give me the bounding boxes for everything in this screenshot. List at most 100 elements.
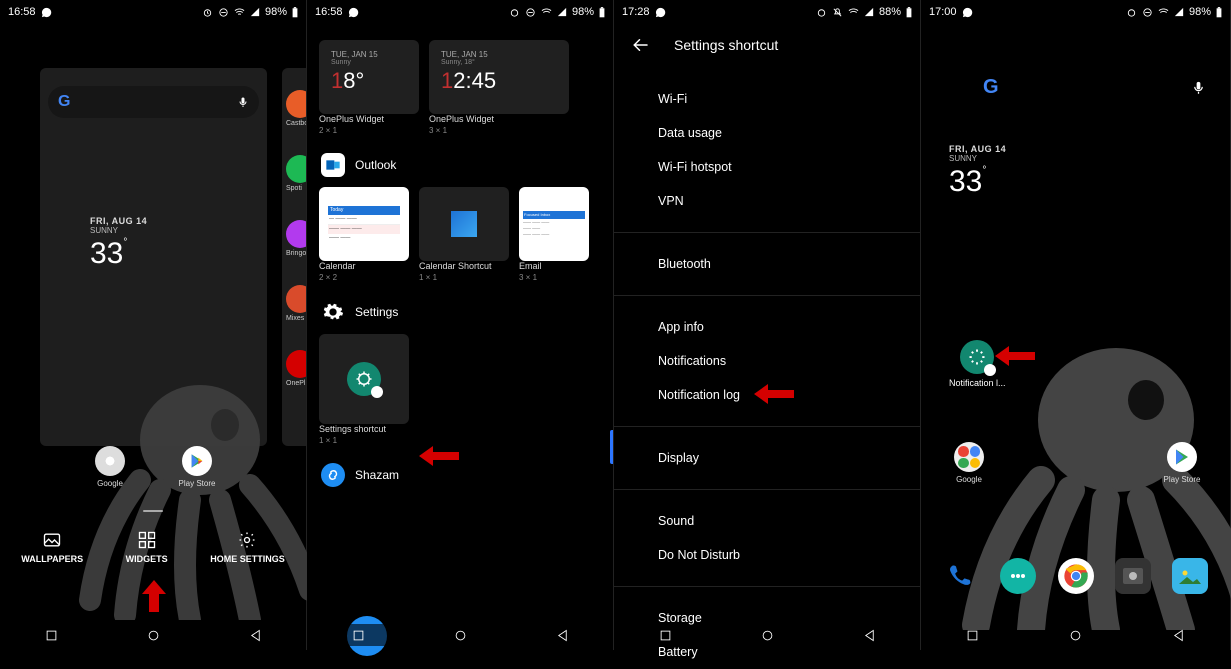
notification-log-shortcut[interactable]: Notification l... (949, 340, 1006, 388)
li-sound[interactable]: Sound (614, 504, 920, 538)
outlook-cal-shortcut-widget[interactable] (419, 187, 509, 261)
annotation-arrow (754, 384, 794, 404)
shortcut-label: Notification l... (949, 378, 1006, 388)
home-preview-panel[interactable]: G FRI, AUG 14 SUNNY 33° Google Play Stor… (40, 68, 267, 446)
alarm-icon (816, 7, 827, 18)
shortcut-list[interactable]: Wi-Fi Data usage Wi-Fi hotspot VPN Bluet… (614, 82, 920, 622)
recent-button[interactable] (658, 628, 673, 643)
weather-date: FRI, AUG 14 (949, 144, 1006, 154)
phone-app[interactable] (943, 558, 979, 594)
battery-icon (292, 7, 298, 18)
widget-scroll[interactable]: TUE, JAN 15 Sunny 18° OnePlus Widget 2 ×… (307, 28, 613, 620)
wallpapers-option[interactable]: WALLPAPERS (21, 530, 83, 564)
oneplus-clock-widget[interactable]: TUE, JAN 15 Sunny, 18° 12:45 (429, 40, 569, 114)
messages-app[interactable] (1000, 558, 1036, 594)
home-button[interactable] (760, 628, 775, 643)
bell-off-icon (832, 7, 843, 18)
battery-pct: 98% (1189, 6, 1211, 18)
annotation-arrow (142, 580, 166, 612)
shazam-icon (321, 463, 345, 487)
outlook-icon (321, 153, 345, 177)
back-button[interactable] (555, 628, 570, 643)
li-dnd[interactable]: Do Not Disturb (614, 538, 920, 572)
landscape-icon (1179, 568, 1201, 584)
back-button[interactable] (862, 628, 877, 643)
recent-button[interactable] (44, 628, 59, 643)
wifi-icon (1158, 7, 1169, 18)
screen-header: Settings shortcut (614, 22, 920, 66)
play-store-app[interactable]: Play Store (177, 446, 217, 488)
li-display[interactable]: Display (614, 441, 920, 475)
wifi-icon (848, 7, 859, 18)
widgets-option[interactable]: WIDGETS (126, 530, 168, 564)
chrome-icon (1062, 562, 1090, 590)
phone-icon (947, 562, 975, 590)
weather-widget[interactable]: FRI, AUG 14 SUNNY 33° (949, 144, 1006, 199)
divider (614, 489, 920, 490)
li-wifi-hotspot[interactable]: Wi-Fi hotspot (614, 150, 920, 184)
weather-temp: 33° (949, 165, 1006, 199)
nav-bar (921, 624, 1230, 646)
play-store-app[interactable]: Play Store (1162, 442, 1202, 484)
clock-text: 16:58 (315, 6, 343, 18)
settings-section-header: Settings (321, 300, 601, 324)
recent-button[interactable] (351, 628, 366, 643)
settings-shortcut-icon (347, 362, 381, 396)
google-folder[interactable]: Google (90, 446, 130, 488)
li-bluetooth[interactable]: Bluetooth (614, 247, 920, 281)
li-notifications[interactable]: Notifications (614, 344, 920, 378)
li-wifi[interactable]: Wi-Fi (614, 82, 920, 116)
battery-pct: 98% (572, 6, 594, 18)
back-button[interactable] (248, 628, 263, 643)
recent-button[interactable] (965, 628, 980, 643)
dnd-icon (525, 7, 536, 18)
nav-bar (0, 624, 306, 646)
mic-icon[interactable] (1191, 80, 1206, 95)
weather-temp: 33° (90, 237, 147, 271)
grid-icon (137, 530, 157, 550)
home-preview-next-page[interactable]: Castbo Spoti Bringo Mixes OnePl (282, 68, 306, 446)
drag-handle[interactable] (143, 510, 163, 512)
play-icon (189, 453, 205, 469)
google-search-bar[interactable]: Google . (983, 72, 1206, 102)
li-app-info[interactable]: App info (614, 310, 920, 344)
signal-icon (1174, 7, 1184, 17)
li-data-usage[interactable]: Data usage (614, 116, 920, 150)
home-settings-option[interactable]: HOME SETTINGS (210, 530, 285, 564)
longpress-options: WALLPAPERS WIDGETS HOME SETTINGS (0, 530, 306, 564)
google-folder[interactable]: Google (949, 442, 989, 484)
settings-shortcut-widget[interactable] (319, 334, 409, 424)
divider (614, 295, 920, 296)
whatsapp-icon (41, 7, 52, 18)
google-g-icon: Google (983, 76, 999, 99)
outlook-email-widget[interactable]: Focused Inbox —— —— ———— ———— —— —— (519, 187, 589, 261)
chrome-app[interactable] (1058, 558, 1094, 594)
settings-shortcut-icon (960, 340, 994, 374)
alarm-icon (509, 7, 520, 18)
home-button[interactable] (1068, 628, 1083, 643)
annotation-arrow (995, 346, 1035, 366)
gallery-app[interactable] (1172, 558, 1208, 594)
home-button[interactable] (453, 628, 468, 643)
battery-icon (906, 7, 912, 18)
image-icon (42, 530, 62, 550)
oneplus-weather-widget[interactable]: TUE, JAN 15 Sunny 18° (319, 40, 419, 114)
google-search-bar[interactable]: G (48, 86, 259, 118)
home-button[interactable] (146, 628, 161, 643)
status-bar: 16:58 98% (0, 0, 306, 22)
camera-app[interactable] (1115, 558, 1151, 594)
li-vpn[interactable]: VPN (614, 184, 920, 218)
screen-title: Settings shortcut (674, 37, 778, 53)
status-bar: 16:58 98% (307, 0, 613, 22)
home-app-row: Google Play Store (949, 442, 1202, 484)
battery-icon (1216, 7, 1222, 18)
weather-widget[interactable]: FRI, AUG 14 SUNNY 33° (90, 216, 147, 271)
outlook-calendar-widget[interactable]: Today — —— —— —— —— —— —— —— (319, 187, 409, 261)
back-arrow-icon[interactable] (632, 36, 650, 54)
divider (614, 232, 920, 233)
annotation-arrow (419, 446, 459, 466)
wifi-icon (541, 7, 552, 18)
nav-bar (307, 624, 613, 646)
back-button[interactable] (1171, 628, 1186, 643)
battery-icon (599, 7, 605, 18)
